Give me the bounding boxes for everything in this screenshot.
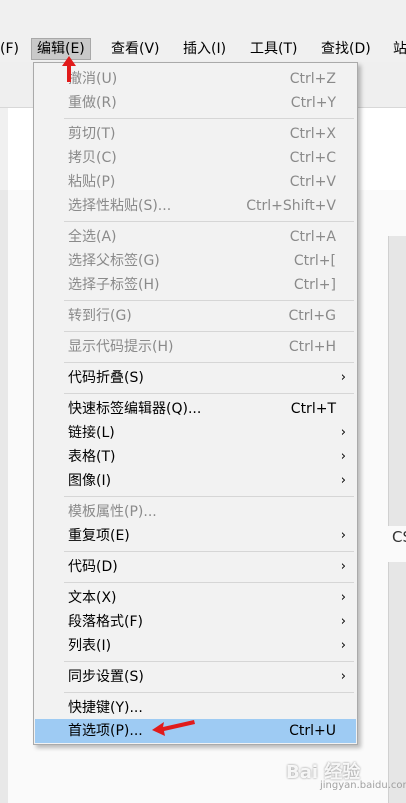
menu-item-label: 粘贴(P) — [68, 174, 116, 190]
menu-site[interactable]: 站 — [393, 38, 406, 60]
menu-item-label: 文本(X) — [68, 590, 117, 606]
left-strip — [0, 190, 8, 803]
menu-item-label: 选择父标签(G) — [68, 253, 160, 269]
menu-item-select-child-tag[interactable]: 选择子标签(H) Ctrl+] — [35, 273, 356, 297]
menu-separator — [64, 221, 354, 222]
menu-item-shortcut: Ctrl+X — [289, 126, 336, 142]
menu-item-label: 剪切(T) — [68, 126, 116, 142]
menu-item-label: 同步设置(S) — [68, 669, 144, 685]
menu-find[interactable]: 查找(D) — [321, 38, 371, 60]
menu-item-image[interactable]: 图像(I) › — [35, 469, 356, 493]
menu-item-label: 图像(I) — [68, 473, 112, 489]
menu-separator — [64, 393, 354, 394]
menu-item-label: 段落格式(F) — [68, 614, 143, 630]
menu-item-label: 重复项(E) — [68, 528, 130, 544]
menu-item-paragraph-format[interactable]: 段落格式(F) › — [35, 610, 356, 634]
menu-separator — [64, 661, 354, 662]
menu-item-shortcut: Ctrl+C — [289, 150, 336, 166]
chevron-right-icon: › — [340, 528, 346, 543]
right-panel-label: CS — [392, 528, 406, 546]
menu-item-label: 快捷键(Y)... — [68, 700, 143, 716]
menu-item-shortcut: Ctrl+T — [290, 401, 336, 417]
menu-item-code-hints[interactable]: 显示代码提示(H) Ctrl+H — [35, 335, 356, 359]
menu-item-label: 选择子标签(H) — [68, 277, 160, 293]
menu-item-shortcut: Ctrl+G — [288, 308, 337, 324]
menu-item-shortcut: Ctrl+[ — [293, 253, 336, 269]
menu-tools[interactable]: 工具(T) — [250, 38, 297, 60]
menu-item-text[interactable]: 文本(X) › — [35, 586, 356, 610]
menu-item-cut[interactable]: 剪切(T) Ctrl+X — [35, 122, 356, 146]
menu-separator — [64, 362, 354, 363]
chevron-right-icon: › — [340, 590, 346, 605]
menu-item-shortcut: Ctrl+Y — [290, 95, 336, 111]
menu-item-table[interactable]: 表格(T) › — [35, 445, 356, 469]
menu-item-copy[interactable]: 拷贝(C) Ctrl+C — [35, 146, 356, 170]
menu-item-label: 重做(R) — [68, 95, 117, 111]
menu-item-list[interactable]: 列表(I) › — [35, 634, 356, 658]
menu-item-label: 首选项(P)... — [68, 723, 143, 739]
menu-item-code-folding[interactable]: 代码折叠(S) › — [35, 366, 356, 390]
menu-item-shortcut: Ctrl+Z — [289, 71, 336, 87]
chevron-right-icon: › — [340, 559, 346, 574]
menu-item-goto-line[interactable]: 转到行(G) Ctrl+G — [35, 304, 356, 328]
menu-item-label: 快速标签编辑器(Q)... — [68, 401, 202, 417]
menu-item-shortcut: Ctrl+A — [289, 229, 336, 245]
chevron-right-icon: › — [340, 370, 346, 385]
menu-item-label: 代码折叠(S) — [68, 370, 144, 386]
menu-separator — [64, 300, 354, 301]
menu-item-shortcut: Ctrl+Shift+V — [246, 198, 336, 214]
menu-separator — [64, 496, 354, 497]
menu-item-sync-settings[interactable]: 同步设置(S) › — [35, 665, 356, 689]
menu-item-template-properties[interactable]: 模板属性(P)... — [35, 500, 356, 524]
menu-item-label: 表格(T) — [68, 449, 116, 465]
menu-item-label: 模板属性(P)... — [68, 504, 157, 520]
chevron-right-icon: › — [340, 449, 346, 464]
chevron-right-icon: › — [340, 473, 346, 488]
menu-separator — [64, 551, 354, 552]
annotation-arrow-left-icon — [152, 720, 195, 736]
menu-item-label: 选择性粘贴(S)... — [68, 198, 172, 214]
menu-separator — [64, 331, 354, 332]
menu-item-paste[interactable]: 粘贴(P) Ctrl+V — [35, 170, 356, 194]
menu-file[interactable]: (F) — [0, 38, 19, 60]
menu-separator — [64, 582, 354, 583]
chevron-right-icon: › — [340, 614, 346, 629]
right-panel-bottom — [388, 562, 406, 803]
menu-item-link[interactable]: 链接(L) › — [35, 421, 356, 445]
menu-item-shortcut: Ctrl+U — [289, 723, 336, 739]
chevron-right-icon: › — [340, 425, 346, 440]
baidu-watermark-url: jingyan.baidu.com — [320, 780, 406, 791]
menu-item-label: 链接(L) — [68, 425, 115, 441]
menu-item-select-all[interactable]: 全选(A) Ctrl+A — [35, 225, 356, 249]
menu-item-repeating-entries[interactable]: 重复项(E) › — [35, 524, 356, 548]
menu-item-label: 代码(D) — [68, 559, 118, 575]
menu-item-shortcut: Ctrl+H — [288, 339, 336, 355]
menu-item-shortcut: Ctrl+V — [289, 174, 336, 190]
menu-separator — [64, 692, 354, 693]
menu-item-select-parent-tag[interactable]: 选择父标签(G) Ctrl+[ — [35, 249, 356, 273]
menu-item-redo[interactable]: 重做(R) Ctrl+Y — [35, 91, 356, 115]
menu-item-quick-tag-editor[interactable]: 快速标签编辑器(Q)... Ctrl+T — [35, 397, 356, 421]
menu-item-shortcut: Ctrl+] — [293, 277, 336, 293]
menu-item-label: 全选(A) — [68, 229, 117, 245]
menu-separator — [64, 118, 354, 119]
chevron-right-icon: › — [340, 638, 346, 653]
menu-view[interactable]: 查看(V) — [111, 38, 160, 60]
menu-item-undo[interactable]: 撤消(U) Ctrl+Z — [35, 67, 356, 91]
menu-item-paste-special[interactable]: 选择性粘贴(S)... Ctrl+Shift+V — [35, 194, 356, 218]
right-panel-top — [388, 236, 406, 526]
edit-dropdown-menu: 撤消(U) Ctrl+Z 重做(R) Ctrl+Y 剪切(T) Ctrl+X 拷… — [33, 62, 358, 745]
menu-item-code[interactable]: 代码(D) › — [35, 555, 356, 579]
menu-item-label: 列表(I) — [68, 638, 112, 654]
menu-item-label: 显示代码提示(H) — [68, 339, 174, 355]
menu-item-label: 转到行(G) — [68, 308, 132, 324]
menu-insert[interactable]: 插入(I) — [183, 38, 226, 60]
chevron-right-icon: › — [340, 669, 346, 684]
annotation-arrow-up-icon — [62, 56, 76, 82]
menu-item-label: 拷贝(C) — [68, 150, 117, 166]
